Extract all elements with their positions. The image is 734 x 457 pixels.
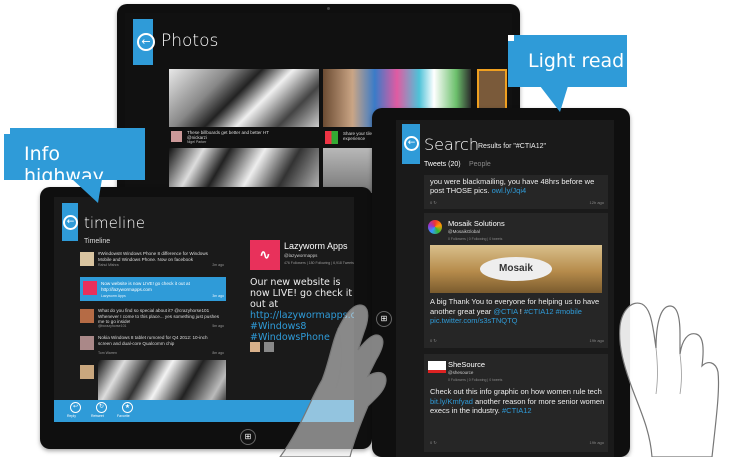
tweet-hashtag[interactable]: #CTIA12 (502, 406, 532, 415)
tab-people[interactable]: People (469, 161, 491, 168)
search-subtitle: Results for "#CTIA12" (478, 143, 546, 150)
timeline-section-label: Timeline (84, 238, 111, 245)
lazyworm-logo-icon (83, 281, 97, 295)
avatar (80, 336, 94, 350)
author-handle: @MosaikGlobal (448, 229, 480, 234)
tweet-time: 2m ago (212, 263, 224, 267)
retweet-count-icon: 0 ↻ (430, 440, 437, 445)
back-arrow-icon[interactable]: ← (137, 33, 155, 51)
tweet-author: @bcrazyhorse101 (98, 324, 127, 328)
reply-button[interactable]: ↩ Reply (64, 402, 88, 420)
tweet-hashtag[interactable]: #CTIA12 (524, 307, 554, 316)
caption-text: These billboards get better and better H… (187, 130, 269, 140)
tweet-time: 19h ago (589, 338, 604, 343)
avatar (171, 131, 182, 142)
tweet-card[interactable]: you were blackmailing, you have 48hrs be… (424, 175, 608, 209)
tweet-body-mid: ! (519, 306, 522, 316)
retweet-count-icon: 0 ↻ (430, 338, 437, 343)
tweet-time: 5m ago (212, 324, 224, 328)
profile-name: Lazyworm Apps (284, 241, 348, 251)
reply-label: Reply (67, 414, 76, 418)
profile-logo-icon: ∿ (250, 240, 280, 270)
tweet-image[interactable]: Mosaik (430, 245, 602, 293)
photo-tile-billboard[interactable] (169, 69, 319, 127)
windows-logo-icon (325, 131, 338, 144)
hand-illustration-right (619, 302, 720, 457)
tweet-text: you were blackmailing, you have 48hrs be… (430, 177, 606, 195)
photos-title: Photos (161, 31, 219, 51)
avatar (80, 365, 94, 379)
camera-dot (327, 7, 330, 10)
favorite-button[interactable]: ★ Favorite (116, 402, 140, 420)
booth-sign: Mosaik (480, 257, 552, 281)
tweet-author: Tom Warren (98, 351, 117, 355)
tweet-text: #Windows8 Windows Phone 8 difference for… (98, 251, 208, 262)
retweet-icon: ↻ (96, 402, 107, 413)
tweet-author: Lazyworm Apps (101, 294, 126, 298)
hand-illustration-left (279, 304, 387, 457)
photo-caption-1: These billboards get better and better H… (169, 129, 319, 145)
avatar (250, 342, 260, 352)
avatar (80, 252, 94, 266)
tab-tweets[interactable]: Tweets (20) (424, 161, 461, 168)
tablet-search: ← Search Results for "#CTIA12" Tweets (2… (372, 108, 630, 457)
avatar (80, 309, 94, 323)
tweet-body: Check out this info graphic on how women… (430, 387, 602, 396)
author-stats: 0 Followers | 0 Following | 0 tweets (448, 378, 503, 382)
tweet-text: What do you find so special about it? @c… (98, 308, 220, 324)
mosaik-logo-icon (428, 220, 442, 234)
tweet-card[interactable]: SheSource @shesource 0 Followers | 0 Fol… (424, 354, 608, 452)
left-hand-outline (279, 304, 387, 457)
tweet-link[interactable]: bit.ly/Kmfyad (430, 397, 473, 406)
tweet-text: Check out this info graphic on how women… (430, 387, 606, 416)
windows-button-icon[interactable]: ⊞ (240, 429, 256, 445)
callout-info-highway: Info highway (4, 128, 145, 187)
tweet-link[interactable]: owl.ly/Jqi4 (492, 186, 527, 195)
tweet-time: 3m ago (212, 294, 224, 298)
booth-sign-text: Mosaik (499, 263, 533, 274)
author-name: SheSource (448, 360, 486, 369)
back-arrow-icon[interactable]: ← (404, 136, 419, 151)
callout-pointer (540, 86, 568, 112)
retweet-count-icon: 0 ↻ (430, 200, 437, 205)
profile-stats: 476 Followers | 180 Following | 6,918 Tw… (284, 261, 354, 265)
list-item[interactable]: #Windows8 Windows Phone 8 difference for… (80, 250, 226, 269)
tweet-hashtag-2[interactable]: #mobile (556, 307, 582, 316)
author-handle: @shesource (448, 370, 474, 375)
star-icon: ★ (122, 402, 133, 413)
favorite-label: Favorite (117, 414, 130, 418)
search-title: Search (424, 135, 479, 154)
profile-handle: @lazywormapps (284, 253, 318, 258)
tweet-link[interactable]: pic.twitter.com/s3sTNQTQ (430, 316, 518, 325)
tweet-time: 12h ago (589, 200, 604, 205)
right-hand-outline (619, 302, 720, 457)
shesource-logo-icon (428, 361, 446, 373)
callout-light-read: Light read (508, 35, 627, 87)
reply-icon: ↩ (70, 402, 81, 413)
author-name: Mosaik Solutions (448, 219, 505, 228)
retweet-button[interactable]: ↻ Retweet (90, 402, 114, 420)
list-item[interactable]: Nokia Windows 8 tablet rumored for Q4 20… (80, 334, 226, 356)
retweet-label: Retweet (91, 414, 104, 418)
tweet-card[interactable]: Mosaik Solutions @MosaikGlobal 0 Followe… (424, 213, 608, 348)
tweet-time: 8m ago (212, 351, 224, 355)
search-screen: ← Search Results for "#CTIA12" Tweets (2… (396, 120, 614, 457)
tweet-text: Now website is now LIVE! go check it out… (101, 281, 190, 292)
timeline-title: timeline (84, 214, 145, 232)
back-arrow-icon[interactable]: ← (63, 215, 78, 230)
list-item-selected[interactable]: Now website is now LIVE! go check it out… (80, 277, 226, 301)
callout-pointer (72, 179, 102, 203)
author-stats: 0 Followers | 0 Following | 0 tweets (448, 237, 503, 241)
timeline-photo[interactable] (98, 360, 226, 400)
tweet-time: 19h ago (589, 440, 604, 445)
callout-label: Light read (528, 50, 625, 72)
tweet-mention[interactable]: @CTIA (493, 307, 517, 316)
caption-author: Nigel Parker (187, 140, 207, 144)
tweet-author: Rahul Mishra (98, 263, 119, 267)
tweet-text: Nokia Windows 8 tablet rumored for Q4 20… (98, 335, 208, 346)
tweet-text: A big Thank You to everyone for helping … (430, 297, 606, 326)
list-item[interactable]: What do you find so special about it? @c… (80, 307, 226, 329)
